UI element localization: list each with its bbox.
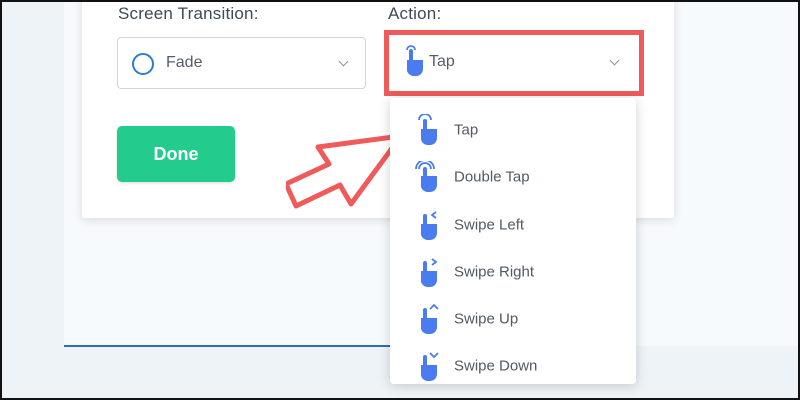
tap-hand-icon: [414, 114, 442, 146]
dropdown-item-label: Double Tap: [454, 168, 530, 186]
dropdown-item-label: Swipe Left: [454, 216, 525, 234]
dropdown-item-label: Swipe Down: [454, 357, 538, 375]
dropdown-item-swipe-up[interactable]: Swipe Up: [390, 295, 636, 342]
dropdown-item-double-tap[interactable]: Double Tap: [390, 153, 636, 200]
screen-transition-value: Fade: [166, 54, 203, 71]
dropdown-item-swipe-left[interactable]: Swipe Left: [390, 201, 636, 248]
highlight-box: [384, 30, 644, 96]
dropdown-item-label: Swipe Up: [454, 310, 519, 328]
dropdown-item-swipe-down[interactable]: Swipe Down: [390, 342, 636, 384]
screen-transition-select[interactable]: Fade: [117, 37, 366, 89]
screen-transition-label: Screen Transition:: [118, 4, 259, 23]
dropdown-item-swipe-right[interactable]: Swipe Right: [390, 248, 636, 295]
double-tap-hand-icon: [414, 161, 442, 193]
action-dropdown: Tap Double Tap Swipe Left Swipe Right Sw…: [390, 98, 636, 384]
chevron-down-icon: [338, 56, 349, 67]
swipe-down-hand-icon: [414, 350, 442, 382]
done-button[interactable]: Done: [117, 126, 235, 182]
swipe-right-hand-icon: [414, 256, 442, 288]
dropdown-item-tap[interactable]: Tap: [390, 106, 636, 153]
dropdown-item-label: Swipe Right: [454, 263, 535, 281]
swipe-left-hand-icon: [414, 209, 442, 241]
action-label: Action:: [388, 4, 442, 23]
swipe-up-hand-icon: [414, 303, 442, 335]
circle-icon: [132, 53, 154, 75]
dropdown-item-label: Tap: [454, 121, 479, 139]
